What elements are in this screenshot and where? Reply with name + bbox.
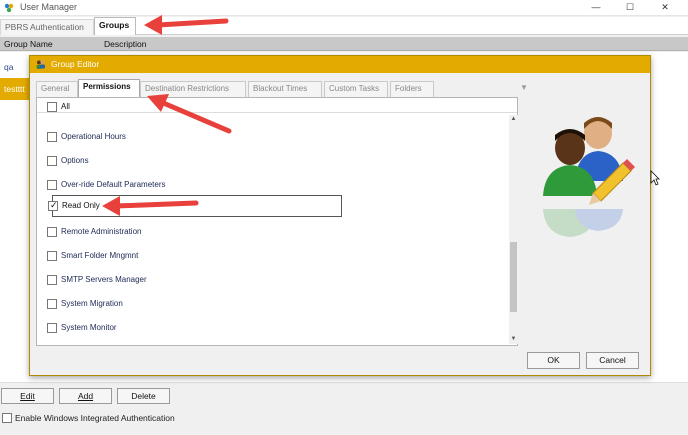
permission-checkbox[interactable] (47, 251, 57, 261)
maximize-button[interactable]: ☐ (617, 0, 643, 14)
windows-auth-label: Enable Windows Integrated Authentication (15, 413, 175, 423)
annotation-arrow-icon (144, 15, 229, 35)
dialog-title: Group Editor (51, 59, 100, 69)
add-button-label: Add (77, 391, 94, 401)
permissions-scrollbar[interactable]: ▲ ▼ (509, 115, 518, 344)
permission-label: SMTP Servers Manager (61, 275, 147, 284)
permission-checkbox[interactable] (47, 156, 57, 166)
tab-overflow-arrow-icon[interactable]: ▼ (520, 83, 528, 92)
edit-button[interactable]: Edit (1, 388, 54, 404)
permission-checkbox[interactable] (47, 275, 57, 285)
minimize-button[interactable]: — (583, 0, 609, 14)
all-checkbox[interactable] (47, 102, 57, 112)
tab-general[interactable]: General (36, 81, 78, 97)
permission-label: Options (61, 156, 89, 165)
permission-checkbox-read-only[interactable] (48, 200, 58, 211)
annotation-arrow-icon (147, 94, 232, 134)
groups-grid-header: Group Name Description (0, 37, 688, 51)
divider (37, 112, 517, 113)
cursor-icon (650, 170, 660, 186)
scroll-thumb[interactable] (510, 242, 517, 312)
users-edit-icon (543, 117, 635, 237)
close-button[interactable]: ✕ (652, 0, 678, 14)
tab-groups[interactable]: Groups (94, 17, 136, 35)
permission-label: Remote Administration (61, 227, 142, 236)
tab-permissions[interactable]: Permissions (78, 79, 140, 97)
permission-label: System Monitor (61, 323, 117, 332)
scroll-down-icon[interactable]: ▼ (509, 335, 518, 344)
permission-checkbox[interactable] (47, 132, 57, 142)
permission-label: Operational Hours (61, 132, 126, 141)
dialog-title-bar: Group Editor (30, 56, 650, 73)
main-tab-strip: PBRS Authentication Groups (0, 17, 688, 35)
permission-label: Smart Folder Mngmnt (61, 251, 139, 260)
scroll-up-icon[interactable]: ▲ (509, 115, 518, 124)
ok-button[interactable]: OK (527, 352, 580, 369)
tab-custom-tasks[interactable]: Custom Tasks (324, 81, 388, 97)
permission-label: Read Only (62, 201, 100, 210)
app-icon (4, 3, 14, 13)
permission-checkbox[interactable] (47, 180, 57, 190)
tab-blackout-times[interactable]: Blackout Times (248, 81, 322, 97)
permission-checkbox[interactable] (47, 227, 57, 237)
title-bar: User Manager — ☐ ✕ (0, 0, 688, 16)
column-header-group-name[interactable]: Group Name (4, 39, 53, 49)
permissions-panel: All Operational Hours Options Over-ride … (36, 97, 518, 346)
delete-button[interactable]: Delete (117, 388, 170, 404)
permission-checkbox[interactable] (47, 299, 57, 309)
permission-label: Over-ride Default Parameters (61, 180, 166, 189)
permission-label: System Migration (61, 299, 123, 308)
edit-button-label: Edit (20, 391, 35, 401)
window-title: User Manager (20, 2, 78, 12)
bottom-bar: Edit Add Delete Enable Windows Integrate… (0, 382, 688, 435)
tab-pbrs-authentication[interactable]: PBRS Authentication (0, 19, 94, 35)
windows-auth-checkbox[interactable] (2, 413, 12, 423)
user-manager-window: User Manager — ☐ ✕ PBRS Authentication G… (0, 0, 688, 435)
permission-checkbox[interactable] (47, 323, 57, 333)
dialog-tab-strip: General Permissions Destination Restrict… (36, 79, 642, 97)
users-icon (36, 60, 45, 69)
annotation-arrow-icon (102, 196, 199, 216)
add-button[interactable]: Add (59, 388, 112, 404)
column-header-description[interactable]: Description (104, 39, 147, 49)
cancel-button[interactable]: Cancel (586, 352, 639, 369)
tab-folders[interactable]: Folders (390, 81, 434, 97)
